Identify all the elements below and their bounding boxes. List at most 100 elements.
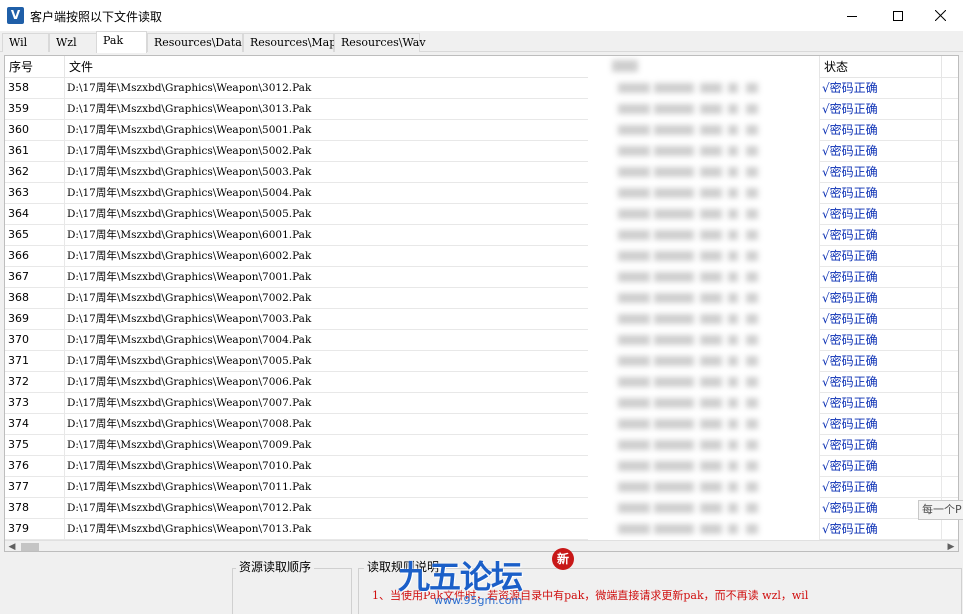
row-index: 375: [5, 435, 65, 456]
row-status: √密码正确: [819, 351, 942, 372]
table-row[interactable]: 378 D:\17周年\Mszxbd\Graphics\Weapon\7012.P…: [5, 498, 958, 519]
row-index: 370: [5, 330, 65, 351]
row-file-path: D:\17周年\Mszxbd\Graphics\Weapon\5004.Pak: [65, 183, 819, 204]
scrollbar-thumb[interactable]: [21, 543, 39, 551]
row-file-path: D:\17周年\Mszxbd\Graphics\Weapon\3013.Pak: [65, 99, 819, 120]
table-row[interactable]: 374 D:\17周年\Mszxbd\Graphics\Weapon\7008.P…: [5, 414, 958, 435]
table-row[interactable]: 363 D:\17周年\Mszxbd\Graphics\Weapon\5004.P…: [5, 183, 958, 204]
row-index: 361: [5, 141, 65, 162]
row-status: √密码正确: [819, 519, 942, 540]
row-index: 358: [5, 78, 65, 99]
row-index: 366: [5, 246, 65, 267]
row-file-path: D:\17周年\Mszxbd\Graphics\Weapon\7005.Pak: [65, 351, 819, 372]
read-rules-title: 读取规则说明: [364, 558, 443, 575]
row-index: 359: [5, 99, 65, 120]
row-status: √密码正确: [819, 141, 942, 162]
row-index: 363: [5, 183, 65, 204]
tab-wil[interactable]: Wil: [2, 33, 49, 52]
row-status: √密码正确: [819, 120, 942, 141]
table-row[interactable]: 376 D:\17周年\Mszxbd\Graphics\Weapon\7010.P…: [5, 456, 958, 477]
app-v-icon: V: [7, 7, 24, 24]
row-status: √密码正确: [819, 330, 942, 351]
table-row[interactable]: 370 D:\17周年\Mszxbd\Graphics\Weapon\7004.P…: [5, 330, 958, 351]
column-header-status[interactable]: 状态: [819, 56, 942, 78]
tab-resources-map[interactable]: Resources\Map: [243, 33, 336, 52]
table-row[interactable]: 365 D:\17周年\Mszxbd\Graphics\Weapon\6001.P…: [5, 225, 958, 246]
row-status: √密码正确: [819, 267, 942, 288]
table-row[interactable]: 358 D:\17周年\Mszxbd\Graphics\Weapon\3012.P…: [5, 78, 958, 99]
tab-wzl[interactable]: Wzl: [49, 33, 98, 52]
row-file-path: D:\17周年\Mszxbd\Graphics\Weapon\5001.Pak: [65, 120, 819, 141]
row-status: √密码正确: [819, 309, 942, 330]
column-header-filler: [942, 56, 958, 78]
row-file-path: D:\17周年\Mszxbd\Graphics\Weapon\5005.Pak: [65, 204, 819, 225]
scroll-left-icon[interactable]: ◀: [5, 541, 19, 551]
table-row[interactable]: 364 D:\17周年\Mszxbd\Graphics\Weapon\5005.P…: [5, 204, 958, 225]
row-status: √密码正确: [819, 414, 942, 435]
list-header: 序号 文件 状态: [5, 56, 958, 78]
table-row[interactable]: 359 D:\17周年\Mszxbd\Graphics\Weapon\3013.P…: [5, 99, 958, 120]
table-row[interactable]: 373 D:\17周年\Mszxbd\Graphics\Weapon\7007.P…: [5, 393, 958, 414]
bottom-panel: 资源读取顺序 读取规则说明 1、当使用Pak文件时，若资源目录中有pak，微端直…: [0, 552, 963, 614]
table-row[interactable]: 367 D:\17周年\Mszxbd\Graphics\Weapon\7001.P…: [5, 267, 958, 288]
table-row[interactable]: 377 D:\17周年\Mszxbd\Graphics\Weapon\7011.P…: [5, 477, 958, 498]
row-index: 377: [5, 477, 65, 498]
row-status: √密码正确: [819, 225, 942, 246]
row-index: 362: [5, 162, 65, 183]
column-header-file[interactable]: 文件: [65, 56, 819, 78]
row-status: √密码正确: [819, 99, 942, 120]
tab-resources-data[interactable]: Resources\Data: [147, 33, 243, 52]
table-row[interactable]: 361 D:\17周年\Mszxbd\Graphics\Weapon\5002.P…: [5, 141, 958, 162]
tooltip: 每一个P: [918, 500, 963, 520]
file-list[interactable]: 序号 文件 状态 358 D:\17周年\Mszxbd\Graphics\Weap…: [4, 55, 959, 552]
table-row[interactable]: 379 D:\17周年\Mszxbd\Graphics\Weapon\7013.P…: [5, 519, 958, 540]
minimize-button[interactable]: [829, 0, 875, 31]
horizontal-scrollbar[interactable]: ◀ ▶: [5, 540, 958, 551]
table-row[interactable]: 371 D:\17周年\Mszxbd\Graphics\Weapon\7005.P…: [5, 351, 958, 372]
row-status: √密码正确: [819, 78, 942, 99]
row-file-path: D:\17周年\Mszxbd\Graphics\Weapon\7008.Pak: [65, 414, 819, 435]
row-status: √密码正确: [819, 204, 942, 225]
row-status: √密码正确: [819, 477, 942, 498]
close-icon: [934, 10, 946, 21]
row-index: 371: [5, 351, 65, 372]
table-row[interactable]: 375 D:\17周年\Mszxbd\Graphics\Weapon\7009.P…: [5, 435, 958, 456]
row-status: √密码正确: [819, 435, 942, 456]
row-index: 369: [5, 309, 65, 330]
row-file-path: D:\17周年\Mszxbd\Graphics\Weapon\7009.Pak: [65, 435, 819, 456]
row-file-path: D:\17周年\Mszxbd\Graphics\Weapon\7010.Pak: [65, 456, 819, 477]
row-file-path: D:\17周年\Mszxbd\Graphics\Weapon\7001.Pak: [65, 267, 819, 288]
row-status: √密码正确: [819, 456, 942, 477]
row-index: 360: [5, 120, 65, 141]
close-button[interactable]: [917, 0, 963, 31]
row-status: √密码正确: [819, 183, 942, 204]
row-file-path: D:\17周年\Mszxbd\Graphics\Weapon\6001.Pak: [65, 225, 819, 246]
row-index: 364: [5, 204, 65, 225]
tab-strip: Wil Wzl Pak Resources\Data Resources\Map…: [0, 31, 963, 53]
table-row[interactable]: 368 D:\17周年\Mszxbd\Graphics\Weapon\7002.P…: [5, 288, 958, 309]
row-file-path: D:\17周年\Mszxbd\Graphics\Weapon\5003.Pak: [65, 162, 819, 183]
row-file-path: D:\17周年\Mszxbd\Graphics\Weapon\7004.Pak: [65, 330, 819, 351]
tab-pak[interactable]: Pak: [96, 31, 147, 53]
row-file-path: D:\17周年\Mszxbd\Graphics\Weapon\7003.Pak: [65, 309, 819, 330]
row-index: 374: [5, 414, 65, 435]
scroll-right-icon[interactable]: ▶: [944, 541, 958, 551]
table-row[interactable]: 372 D:\17周年\Mszxbd\Graphics\Weapon\7006.P…: [5, 372, 958, 393]
row-status: √密码正确: [819, 288, 942, 309]
row-index: 368: [5, 288, 65, 309]
table-row[interactable]: 366 D:\17周年\Mszxbd\Graphics\Weapon\6002.P…: [5, 246, 958, 267]
tab-resources-wav[interactable]: Resources\Wav: [334, 33, 426, 52]
table-row[interactable]: 369 D:\17周年\Mszxbd\Graphics\Weapon\7003.P…: [5, 309, 958, 330]
list-rows: 358 D:\17周年\Mszxbd\Graphics\Weapon\3012.P…: [5, 78, 958, 540]
column-header-index[interactable]: 序号: [5, 56, 65, 78]
table-row[interactable]: 360 D:\17周年\Mszxbd\Graphics\Weapon\5001.P…: [5, 120, 958, 141]
row-file-path: D:\17周年\Mszxbd\Graphics\Weapon\7006.Pak: [65, 372, 819, 393]
row-status: √密码正确: [819, 246, 942, 267]
window-title: 客户端按照以下文件读取: [30, 10, 163, 24]
row-status: √密码正确: [819, 162, 942, 183]
rule-note: 1、当使用Pak文件时，若资源目录中有pak，微端直接请求更新pak，而不再读 …: [372, 589, 809, 602]
row-file-path: D:\17周年\Mszxbd\Graphics\Weapon\7002.Pak: [65, 288, 819, 309]
maximize-button[interactable]: [875, 0, 921, 31]
row-index: 376: [5, 456, 65, 477]
table-row[interactable]: 362 D:\17周年\Mszxbd\Graphics\Weapon\5003.P…: [5, 162, 958, 183]
